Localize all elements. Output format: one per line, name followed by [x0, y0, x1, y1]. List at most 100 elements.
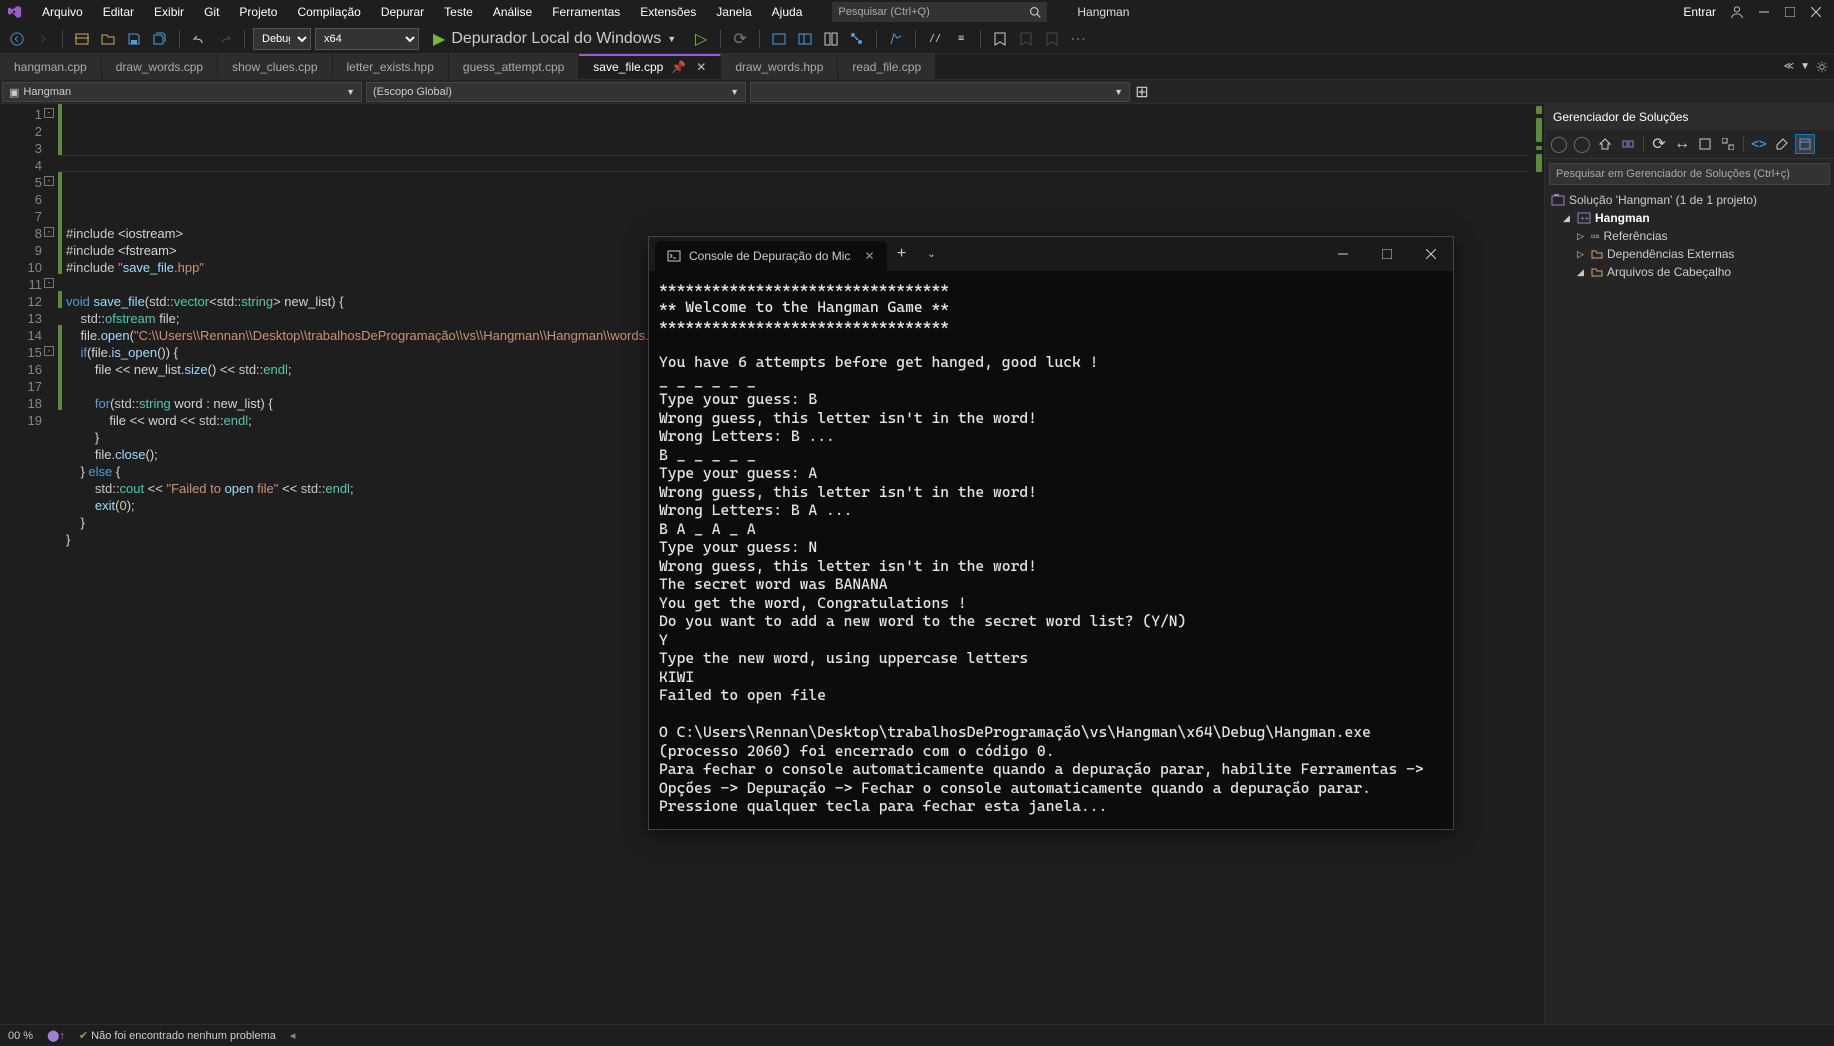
sol-code-icon[interactable]: <>	[1749, 134, 1769, 154]
menu-janela[interactable]: Janela	[706, 5, 761, 19]
scrollbar-minimap[interactable]	[1530, 104, 1544, 1024]
solution-node[interactable]: Solução 'Hangman' (1 de 1 projeto)	[1549, 191, 1830, 209]
expand-icon[interactable]: ◢	[1577, 267, 1587, 278]
solution-explorer-title: Gerenciador de Soluções	[1545, 104, 1834, 130]
tab-show-clues[interactable]: show_clues.cpp	[218, 54, 332, 79]
toolbar-icon[interactable]: ⋯	[1067, 28, 1089, 50]
global-search[interactable]: Pesquisar (Ctrl+Q)	[832, 2, 1047, 22]
terminal-output[interactable]: ********************************* ** Wel…	[649, 271, 1453, 829]
toolbar-icon[interactable]: ⟳	[729, 28, 751, 50]
toolbar-icon[interactable]	[846, 28, 868, 50]
expand-icon[interactable]: ▷	[1577, 249, 1587, 260]
tab-scroll-left-icon[interactable]: ≪	[1784, 61, 1794, 72]
tab-read-file[interactable]: read_file.cpp	[838, 54, 936, 79]
menu-exibir[interactable]: Exibir	[144, 5, 194, 19]
bookmark-prev-icon[interactable]	[1015, 28, 1037, 50]
platform-select[interactable]: x64	[315, 28, 419, 50]
uncomment-icon[interactable]: ≡	[950, 28, 972, 50]
header-files-node[interactable]: ◢ Arquivos de Cabeçalho	[1549, 263, 1830, 281]
forward-button[interactable]	[32, 28, 54, 50]
save-icon[interactable]	[123, 28, 145, 50]
comment-icon[interactable]: //	[924, 28, 946, 50]
menu-projeto[interactable]: Projeto	[229, 5, 287, 19]
close-tab-icon[interactable]: ✕	[696, 60, 706, 74]
menu-arquivo[interactable]: Arquivo	[32, 5, 93, 19]
save-all-icon[interactable]	[149, 28, 171, 50]
tab-letter-exists[interactable]: letter_exists.hpp	[333, 54, 449, 79]
window-maximize-icon[interactable]	[1365, 237, 1409, 271]
references-node[interactable]: ▷ ▫▫ Referências	[1549, 227, 1830, 245]
open-file-icon[interactable]	[97, 28, 119, 50]
config-select[interactable]: Debug	[253, 28, 311, 50]
menu-ferramentas[interactable]: Ferramentas	[542, 5, 630, 19]
new-project-icon[interactable]	[71, 28, 93, 50]
separator	[720, 30, 721, 48]
start-debug-button[interactable]: ▶ Depurador Local do Windows ▼	[423, 28, 686, 50]
sol-showall-icon[interactable]	[1695, 134, 1715, 154]
sol-sync-icon[interactable]: ⟳	[1649, 134, 1669, 154]
menu-editar[interactable]: Editar	[93, 5, 144, 19]
tab-guess-attempt[interactable]: guess_attempt.cpp	[449, 54, 579, 79]
toolbar-icon[interactable]	[885, 28, 907, 50]
menu-compilacao[interactable]: Compilação	[287, 5, 370, 19]
split-editor-icon[interactable]: ⊞	[1132, 80, 1152, 103]
issues-status[interactable]: ✔ Não foi encontrado nenhum problema	[79, 1029, 276, 1042]
solution-search[interactable]: Pesquisar em Gerenciador de Soluções (Ct…	[1549, 163, 1830, 185]
sol-preview-icon[interactable]	[1795, 134, 1815, 154]
tab-menu-icon[interactable]: ⌄	[917, 237, 947, 271]
scope-member-combo[interactable]: ▼	[750, 82, 1130, 102]
window-minimize-icon[interactable]	[1758, 6, 1770, 18]
bookmark-next-icon[interactable]	[1041, 28, 1063, 50]
window-close-icon[interactable]	[1409, 237, 1453, 271]
tab-hangman[interactable]: hangman.cpp	[0, 54, 102, 79]
toolbar-icon[interactable]	[794, 28, 816, 50]
folder-icon	[1591, 248, 1603, 260]
solution-explorer: Gerenciador de Soluções ◯ ◯ ⟳ ↔ <> Pesqu…	[1544, 104, 1834, 1024]
scope-global-combo[interactable]: (Escopo Global) ▼	[366, 82, 746, 102]
close-tab-icon[interactable]: ✕	[864, 249, 874, 263]
sol-back-icon[interactable]: ◯	[1549, 134, 1569, 154]
start-without-debug-icon[interactable]: ▷	[690, 28, 712, 50]
window-close-icon[interactable]	[1810, 6, 1822, 18]
solution-name-label: Hangman	[1077, 5, 1129, 19]
menu-teste[interactable]: Teste	[434, 5, 483, 19]
sol-refresh-icon[interactable]: ↔	[1672, 134, 1692, 154]
sol-fwd-icon[interactable]: ◯	[1572, 134, 1592, 154]
scope-solution-combo[interactable]: ▣Hangman ▼	[2, 82, 362, 102]
tab-draw-words-cpp[interactable]: draw_words.cpp	[102, 54, 218, 79]
expand-icon[interactable]: ▷	[1577, 231, 1587, 242]
menu-analise[interactable]: Análise	[483, 5, 542, 19]
external-deps-node[interactable]: ▷ Dependências Externas	[1549, 245, 1830, 263]
undo-icon[interactable]	[188, 28, 210, 50]
triangle-left-icon[interactable]: ◂	[290, 1029, 296, 1042]
toolbar-icon[interactable]	[820, 28, 842, 50]
terminal-tab[interactable]: Console de Depuração do Mic ✕	[655, 241, 887, 271]
redo-icon[interactable]	[214, 28, 236, 50]
menu-git[interactable]: Git	[194, 5, 229, 19]
window-maximize-icon[interactable]	[1784, 6, 1796, 18]
signin-link[interactable]: Entrar	[1683, 5, 1716, 19]
menu-depurar[interactable]: Depurar	[371, 5, 434, 19]
output-indicator-icon[interactable]: ⬤↑	[47, 1029, 65, 1042]
tab-settings-icon[interactable]	[1816, 61, 1828, 73]
sol-props-icon[interactable]	[1772, 134, 1792, 154]
tab-save-file[interactable]: save_file.cpp 📌 ✕	[579, 54, 721, 79]
tab-dropdown-icon[interactable]: ▼	[1800, 61, 1810, 72]
pin-icon[interactable]: 📌	[671, 60, 686, 74]
bookmark-icon[interactable]	[989, 28, 1011, 50]
toolbar-icon[interactable]	[768, 28, 790, 50]
menu-extensoes[interactable]: Extensões	[630, 5, 706, 19]
editor-navbar: ▣Hangman ▼ (Escopo Global) ▼ ▼ ⊞	[0, 80, 1834, 104]
project-node[interactable]: ◢ ++ Hangman	[1549, 209, 1830, 227]
signin-avatar-icon[interactable]	[1730, 5, 1744, 19]
window-minimize-icon[interactable]	[1321, 237, 1365, 271]
zoom-level[interactable]: 00 %	[8, 1030, 33, 1042]
sol-home-icon[interactable]	[1595, 134, 1615, 154]
back-button[interactable]	[6, 28, 28, 50]
menu-ajuda[interactable]: Ajuda	[762, 5, 813, 19]
sol-switch-icon[interactable]	[1618, 134, 1638, 154]
expand-icon[interactable]: ◢	[1563, 213, 1573, 224]
tab-draw-words-hpp[interactable]: draw_words.hpp	[721, 54, 838, 79]
new-tab-button[interactable]: +	[887, 237, 917, 271]
sol-collapse-icon[interactable]	[1718, 134, 1738, 154]
